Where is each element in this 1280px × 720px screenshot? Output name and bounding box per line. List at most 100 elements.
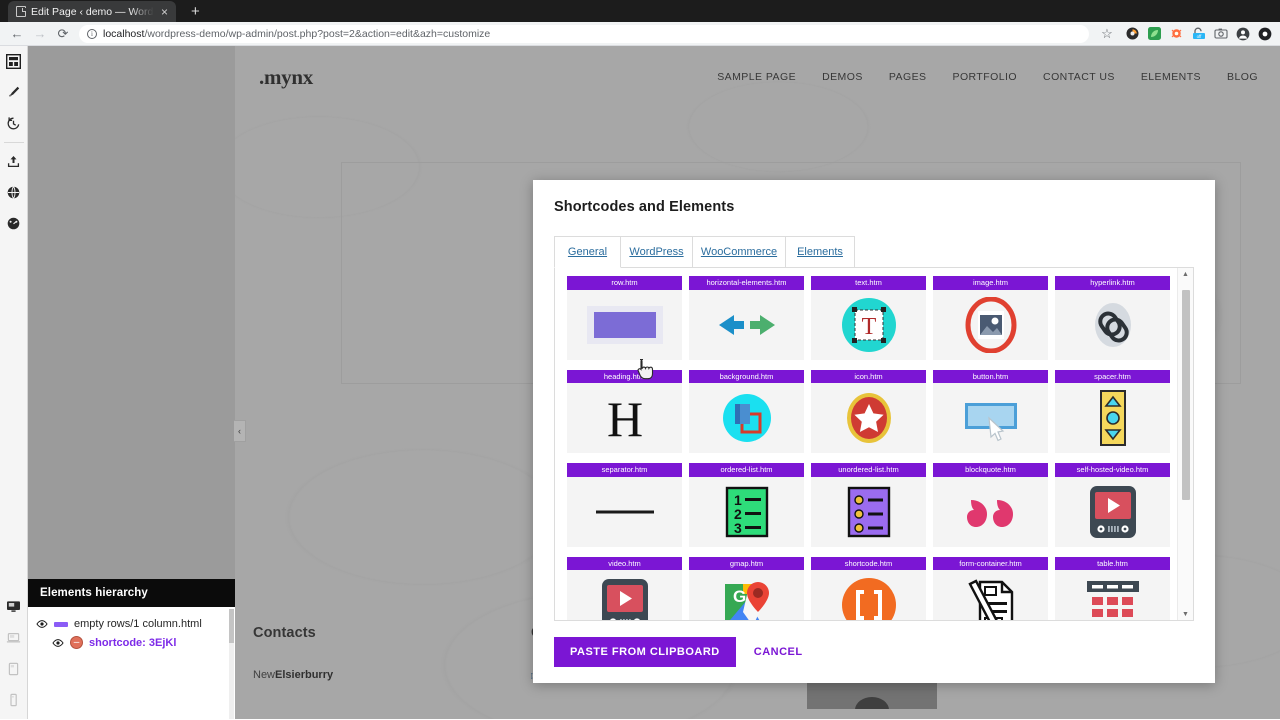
grid-scrollbar[interactable]: ▲ ▼ — [1177, 268, 1193, 620]
back-icon[interactable]: ← — [6, 23, 28, 45]
elements-hierarchy-panel: Elements hierarchy empty rows/1 column.h… — [28, 579, 235, 719]
tab-woocommerce[interactable]: WooCommerce — [692, 236, 786, 267]
paste-from-clipboard-button[interactable]: PASTE FROM CLIPBOARD — [554, 637, 736, 667]
text-t-icon: T — [811, 289, 926, 360]
address-bar-url: localhost/wordpress-demo/wp-admin/post.p… — [103, 28, 490, 40]
page-favicon — [16, 6, 26, 17]
grid-item-hyperlink[interactable]: hyperlink.htm — [1055, 276, 1170, 360]
layout-icon[interactable] — [0, 46, 28, 77]
grid-item-self-hosted-video[interactable]: self-hosted-video.htm — [1055, 463, 1170, 547]
address-bar[interactable]: i localhost/wordpress-demo/wp-admin/post… — [79, 24, 1089, 43]
chain-link-icon — [1055, 289, 1170, 360]
scrollbar-thumb[interactable] — [1182, 290, 1190, 500]
eye-icon[interactable] — [52, 638, 64, 647]
brush-icon[interactable] — [0, 77, 28, 108]
tablet-icon[interactable] — [0, 653, 28, 684]
site-info-icon[interactable]: i — [87, 28, 97, 39]
grid-item-horizontal-elements[interactable]: horizontal-elements.htm — [689, 276, 804, 360]
grid-item-blockquote[interactable]: blockquote.htm — [933, 463, 1048, 547]
svg-text:T: T — [861, 314, 876, 340]
grid-item-table[interactable]: table.htm — [1055, 556, 1170, 620]
bookmark-star-icon[interactable]: ☆ — [1096, 23, 1118, 45]
grid-item-label: form-container.htm — [933, 556, 1048, 570]
hierarchy-row-shortcode[interactable]: – shortcode: 3EjKl — [28, 633, 235, 652]
grid-item-form-container[interactable]: form-container.htm — [933, 556, 1048, 620]
preview-canvas: .mynx SAMPLE PAGE DEMOS PAGES PORTFOLIO … — [235, 46, 1280, 719]
hierarchy-shortcode-label: shortcode: 3EjKl — [89, 636, 177, 649]
row-icon — [567, 289, 682, 360]
grid-item-label: heading.htm — [567, 369, 682, 383]
mobile-icon[interactable] — [0, 684, 28, 715]
extension-camera-icon[interactable] — [1213, 26, 1228, 41]
eye-icon[interactable] — [36, 620, 48, 629]
extension-leaf-icon[interactable] — [1147, 26, 1162, 41]
tab-elements[interactable]: Elements — [785, 236, 855, 267]
grid-item-separator[interactable]: separator.htm — [567, 463, 682, 547]
profile-avatar-icon[interactable] — [1235, 26, 1250, 41]
grid-item-ordered-list[interactable]: ordered-list.htm 123 — [689, 463, 804, 547]
ordered-list-icon: 123 — [689, 476, 804, 547]
grid-item-heading[interactable]: heading.htm H — [567, 369, 682, 453]
browser-tab-title: Edit Page ‹ demo — Word — [31, 5, 154, 18]
forward-icon[interactable]: → — [29, 23, 51, 45]
scroll-down-icon[interactable]: ▼ — [1178, 608, 1193, 620]
globe-icon[interactable] — [0, 177, 28, 208]
brackets-icon — [811, 570, 926, 620]
grid-item-label: row.htm — [567, 276, 682, 290]
grid-item-image[interactable]: image.htm — [933, 276, 1048, 360]
grid-item-unordered-list[interactable]: unordered-list.htm — [811, 463, 926, 547]
video-player-icon — [1055, 476, 1170, 547]
rail-divider — [3, 142, 24, 143]
grid-item-gmap[interactable]: gmap.htm G — [689, 556, 804, 620]
form-pen-icon — [933, 570, 1048, 620]
toolbar-icon-group: ☆ off — [1096, 23, 1274, 45]
history-icon[interactable] — [0, 108, 28, 139]
hierarchy-row-row[interactable]: empty rows/1 column.html — [28, 615, 235, 633]
grid-item-label: gmap.htm — [689, 556, 804, 570]
button-cursor-icon — [933, 383, 1048, 453]
extension-dark-icon[interactable] — [1125, 26, 1140, 41]
modal-title: Shortcodes and Elements — [554, 199, 735, 215]
grid-item-text[interactable]: text.htm T — [811, 276, 926, 360]
scroll-up-icon[interactable]: ▲ — [1178, 268, 1193, 280]
new-tab-button[interactable]: + — [186, 4, 205, 19]
grid-item-spacer[interactable]: spacer.htm — [1055, 369, 1170, 453]
extension-toggle-off-icon[interactable]: off — [1191, 26, 1206, 41]
grid-item-row[interactable]: row.htm — [567, 276, 682, 360]
svg-text:H: H — [606, 391, 642, 446]
row-swatch-icon — [54, 621, 68, 627]
background-squares-icon — [689, 383, 804, 453]
grid-item-shortcode[interactable]: shortcode.htm — [811, 556, 926, 620]
grid-item-icon[interactable]: icon.htm — [811, 369, 926, 453]
svg-text:3: 3 — [734, 520, 742, 536]
browser-tab[interactable]: Edit Page ‹ demo — Word × — [8, 1, 176, 22]
grid-item-label: button.htm — [933, 369, 1048, 383]
panel-collapse-handle[interactable]: ‹ — [234, 420, 246, 442]
laptop-icon[interactable] — [0, 622, 28, 653]
browser-menu-icon[interactable] — [1257, 26, 1272, 41]
desktop-icon[interactable] — [0, 591, 28, 622]
extension-bug-icon[interactable] — [1169, 26, 1184, 41]
cancel-button[interactable]: CANCEL — [754, 646, 803, 658]
heading-h-icon: H — [567, 383, 682, 453]
grid-item-label: background.htm — [689, 369, 804, 383]
spacer-arrows-icon — [1055, 383, 1170, 453]
upload-icon[interactable] — [0, 146, 28, 177]
collapse-minus-icon[interactable]: – — [70, 636, 83, 649]
grid-item-background[interactable]: background.htm — [689, 369, 804, 453]
grid-item-button[interactable]: button.htm — [933, 369, 1048, 453]
svg-text:G: G — [733, 587, 746, 606]
element-grid: row.htm horizontal-elements.htm text.htm… — [567, 276, 1176, 620]
grid-item-label: blockquote.htm — [933, 463, 1048, 477]
reload-icon[interactable]: ⟳ — [52, 23, 74, 45]
tab-general[interactable]: General — [554, 236, 621, 268]
left-side-panel: Elements hierarchy empty rows/1 column.h… — [28, 46, 235, 719]
speedometer-icon[interactable] — [0, 208, 28, 239]
close-icon[interactable]: × — [159, 6, 170, 18]
grid-item-label: unordered-list.htm — [811, 463, 926, 477]
tab-wordpress[interactable]: WordPress — [620, 236, 693, 267]
grid-item-video[interactable]: video.htm — [567, 556, 682, 620]
hierarchy-scrollbar[interactable] — [229, 609, 234, 719]
grid-item-label: horizontal-elements.htm — [689, 276, 804, 290]
modal-tab-bar: General WordPress WooCommerce Elements — [554, 236, 1194, 268]
